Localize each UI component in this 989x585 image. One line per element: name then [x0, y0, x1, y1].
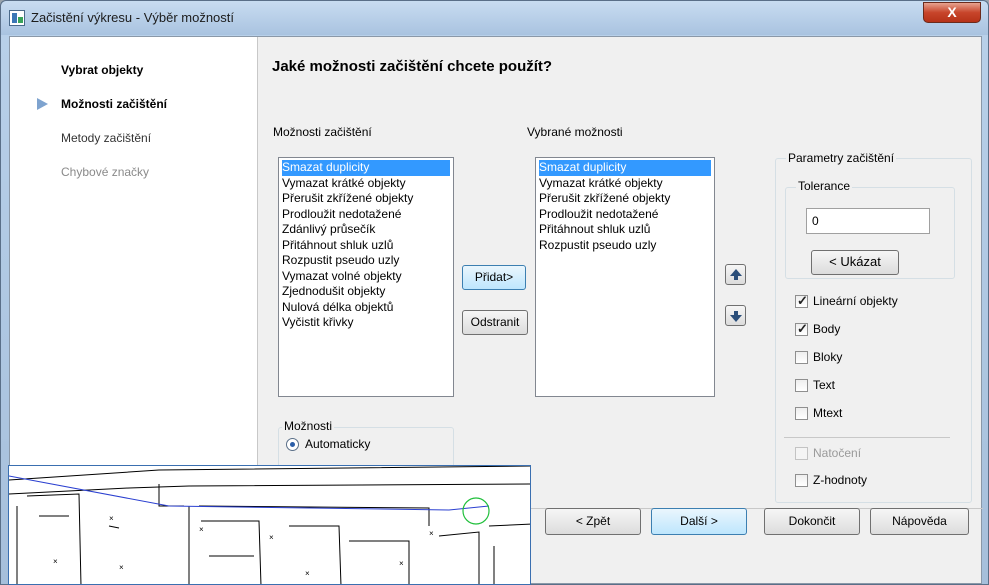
- checkbox-0[interactable]: [795, 293, 808, 309]
- available-item[interactable]: Nulová délka objektů: [282, 300, 450, 316]
- available-item[interactable]: Vymazat krátké objekty: [282, 176, 450, 192]
- svg-text:×: ×: [429, 529, 434, 538]
- arrow-up-icon: [730, 269, 742, 280]
- svg-text:×: ×: [399, 559, 404, 568]
- available-options-list[interactable]: Smazat duplicity Vymazat krátké objekty Př…: [278, 157, 454, 397]
- remove-button[interactable]: Odstranit: [462, 310, 528, 335]
- options-group-label: Možnosti: [282, 419, 335, 433]
- cleanup-parameters-label: Parametry začištění: [786, 151, 897, 165]
- selected-item[interactable]: Rozpustit pseudo uzly: [539, 238, 711, 254]
- selected-item[interactable]: Smazat duplicity: [539, 160, 711, 176]
- available-item[interactable]: Vymazat volné objekty: [282, 269, 450, 285]
- svg-text:×: ×: [109, 514, 114, 523]
- svg-text:×: ×: [53, 557, 58, 566]
- step-cleanup-methods: Metody začištění: [61, 131, 152, 145]
- checkbox-label: Z-hodnoty: [813, 473, 868, 487]
- step-error-markers: Chybové značky: [61, 165, 150, 179]
- checkbox-label: Bloky: [813, 350, 843, 364]
- checkbox-label: Lineární objekty: [813, 294, 898, 308]
- selected-item[interactable]: Prodloužit nedotažené: [539, 207, 711, 223]
- available-item[interactable]: Vyčistit křivky: [282, 315, 450, 331]
- checkbox-2[interactable]: [795, 351, 808, 364]
- selected-item[interactable]: Přerušit zkřížené objekty: [539, 191, 711, 207]
- automatic-radio[interactable]: [286, 438, 299, 451]
- available-item[interactable]: Prodloužit nedotažené: [282, 207, 450, 223]
- tolerance-input[interactable]: 0: [806, 208, 930, 234]
- available-item[interactable]: Přitáhnout shluk uzlů: [282, 238, 450, 254]
- svg-text:×: ×: [269, 533, 274, 542]
- move-up-button[interactable]: [725, 264, 746, 285]
- checkbox-4[interactable]: [795, 407, 808, 420]
- current-step-arrow-icon: [37, 98, 48, 110]
- checkbox-label: Text: [813, 378, 836, 392]
- back-button[interactable]: < Zpět: [545, 508, 641, 535]
- available-options-label: Možnosti začištění: [273, 125, 372, 139]
- checkbox-label: Mtext: [813, 406, 843, 420]
- close-button[interactable]: X: [923, 2, 981, 23]
- checkbox-label: Body: [813, 322, 841, 336]
- add-button[interactable]: Přidat>: [462, 265, 526, 290]
- available-item[interactable]: Zdánlivý průsečík: [282, 222, 450, 238]
- checkbox-1[interactable]: [795, 321, 808, 337]
- finish-button[interactable]: Dokončit: [764, 508, 860, 535]
- drawing-preview-image: × × × × × × × ×: [9, 466, 530, 584]
- selected-item[interactable]: Přitáhnout shluk uzlů: [539, 222, 711, 238]
- app-icon: [9, 10, 25, 26]
- available-item[interactable]: Přerušit zkřížené objekty: [282, 191, 450, 207]
- window-title: Začistění výkresu - Výběr možností: [31, 10, 235, 25]
- title-bar[interactable]: Začistění výkresu - Výběr možností X: [1, 1, 988, 35]
- step-select-objects: Vybrat objekty: [61, 63, 144, 77]
- available-item[interactable]: Rozpustit pseudo uzly: [282, 253, 450, 269]
- svg-text:×: ×: [199, 525, 204, 534]
- available-item[interactable]: Zjednodušit objekty: [282, 284, 450, 300]
- move-down-button[interactable]: [725, 305, 746, 326]
- show-button[interactable]: < Ukázat: [811, 250, 899, 275]
- checkbox-separator: [784, 437, 950, 438]
- tolerance-label: Tolerance: [796, 179, 853, 193]
- checkbox-6[interactable]: [795, 474, 808, 487]
- arrow-down-icon: [730, 311, 742, 322]
- checkbox-3[interactable]: [795, 379, 808, 392]
- next-button[interactable]: Další >: [651, 508, 747, 535]
- drawing-preview-thumbnail: × × × × × × × ×: [8, 465, 531, 585]
- checkbox-label: Natočení: [813, 446, 862, 460]
- page-heading: Jaké možnosti začištění chcete použít?: [272, 58, 553, 75]
- available-item[interactable]: Smazat duplicity: [282, 160, 450, 176]
- step-cleanup-options: Možnosti začištění: [61, 97, 168, 111]
- checkbox-5: [795, 447, 808, 460]
- selected-item[interactable]: Vymazat krátké objekty: [539, 176, 711, 192]
- svg-text:×: ×: [305, 569, 310, 578]
- svg-text:×: ×: [119, 563, 124, 572]
- help-button[interactable]: Nápověda: [870, 508, 969, 535]
- automatic-radio-label: Automaticky: [305, 437, 371, 451]
- selected-options-label: Vybrané možnosti: [527, 125, 623, 139]
- selected-options-list[interactable]: Smazat duplicity Vymazat krátké objekty Př…: [535, 157, 715, 397]
